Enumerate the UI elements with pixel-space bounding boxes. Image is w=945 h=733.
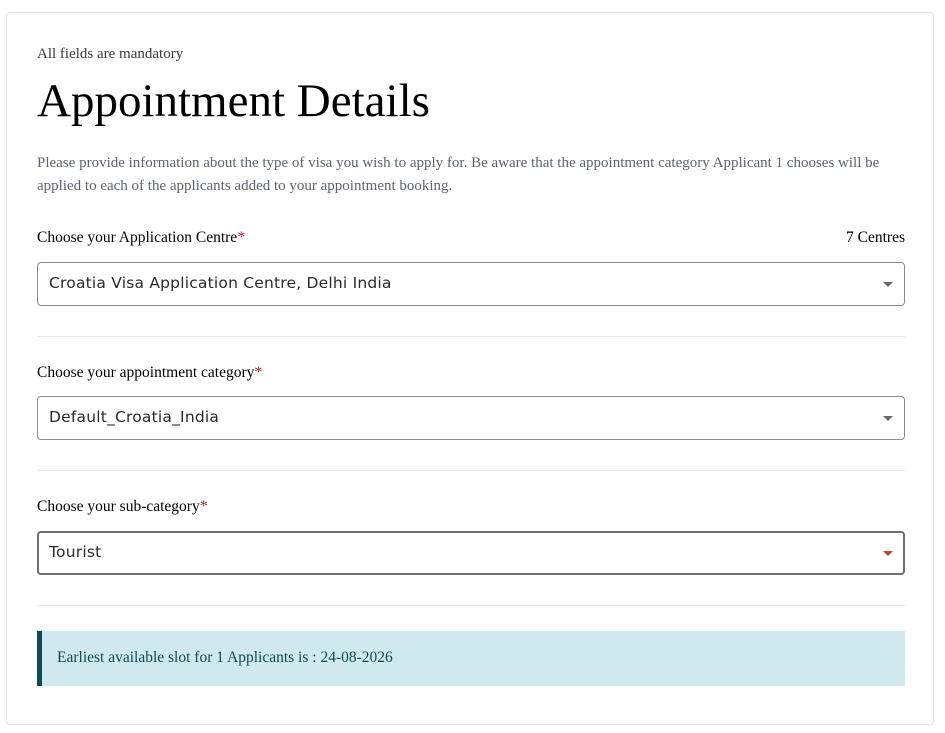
application-centre-value: Croatia Visa Application Centre, Delhi I… — [49, 274, 392, 292]
chevron-down-icon — [883, 551, 893, 556]
sub-category-select[interactable]: Tourist — [37, 531, 905, 575]
application-centre-label-row: Choose your Application Centre* 7 Centre… — [37, 229, 905, 249]
required-marker: * — [237, 229, 246, 246]
earliest-slot-text: Earliest available slot for 1 Applicants… — [57, 649, 393, 666]
sub-category-value: Tourist — [49, 543, 102, 561]
divider — [37, 605, 905, 606]
application-centre-label: Choose your Application Centre — [37, 229, 238, 246]
earliest-slot-notice: Earliest available slot for 1 Applicants… — [37, 631, 905, 686]
required-marker: * — [254, 364, 263, 381]
chevron-down-icon — [883, 416, 893, 421]
appointment-category-label-row: Choose your appointment category* — [37, 364, 905, 384]
appointment-category-value: Default_Croatia_India — [49, 408, 220, 426]
chevron-down-icon — [883, 282, 893, 287]
sub-category-label: Choose your sub-category — [37, 498, 200, 515]
application-centre-select[interactable]: Croatia Visa Application Centre, Delhi I… — [37, 262, 905, 306]
sub-category-label-row: Choose your sub-category* — [37, 498, 905, 518]
required-marker: * — [199, 498, 208, 515]
intro-text: Please provide information about the typ… — [37, 155, 880, 194]
appointment-category-label: Choose your appointment category — [37, 364, 255, 381]
divider — [37, 470, 905, 471]
appointment-details-card: All fields are mandatory Appointment Det… — [6, 12, 934, 725]
appointment-category-select[interactable]: Default_Croatia_India — [37, 396, 905, 440]
mandatory-note: All fields are mandatory — [37, 46, 184, 62]
divider — [37, 336, 905, 337]
page-title: Appointment Details — [37, 75, 430, 127]
centres-count: 7 Centres — [846, 229, 905, 246]
